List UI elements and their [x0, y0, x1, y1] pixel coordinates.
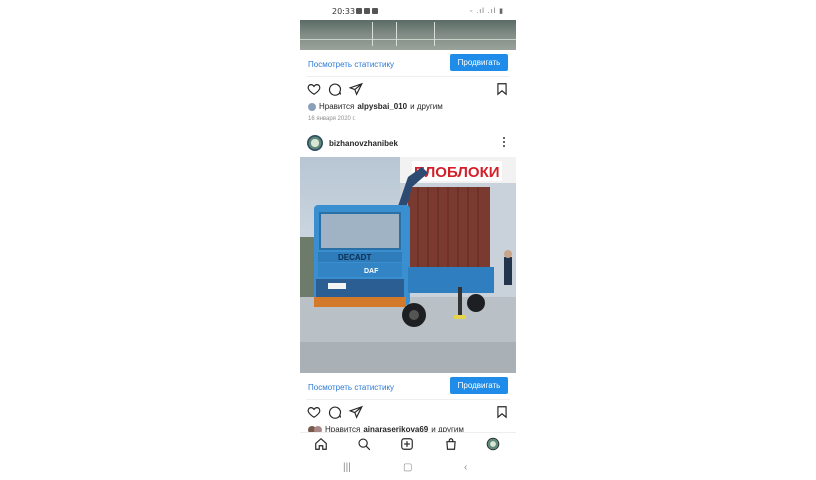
- save-bookmark-icon[interactable]: [495, 82, 509, 96]
- cab-text: DECADT: [338, 253, 371, 262]
- promote-button[interactable]: Продвигать: [450, 377, 508, 394]
- post-2-image[interactable]: ПЛОБЛОКИ DECADT DAF: [300, 157, 516, 373]
- promote-button[interactable]: Продвигать: [450, 54, 508, 71]
- profile-icon[interactable]: [486, 437, 500, 451]
- phone-screen: 20:33 ◦ .ıl .ıl ▮ Посмотреть статистику …: [300, 0, 516, 480]
- share-icon[interactable]: [349, 405, 363, 419]
- liker-username[interactable]: alpysbai_010: [357, 102, 407, 111]
- post-username[interactable]: bizhanovzhanibek: [329, 139, 398, 148]
- bottom-navigation: [300, 432, 516, 455]
- like-heart-icon[interactable]: [307, 82, 321, 96]
- divider: [306, 399, 510, 400]
- view-stats-link[interactable]: Посмотреть статистику: [308, 60, 394, 69]
- search-icon[interactable]: [357, 437, 371, 451]
- divider: [306, 76, 510, 77]
- add-post-icon[interactable]: [400, 437, 414, 451]
- post-1-stats-row: Посмотреть статистику Продвигать: [300, 51, 516, 77]
- previous-post-image[interactable]: [300, 20, 516, 50]
- status-time: 20:33: [332, 7, 356, 16]
- post-2-actions: [300, 405, 516, 423]
- user-avatar[interactable]: [307, 135, 323, 151]
- home-button-icon[interactable]: ▢: [403, 462, 412, 473]
- brand-text: DAF: [364, 268, 379, 275]
- save-bookmark-icon[interactable]: [495, 405, 509, 419]
- back-icon[interactable]: ‹: [464, 462, 467, 473]
- more-options-icon[interactable]: [503, 137, 506, 149]
- liker-avatar: [308, 102, 316, 111]
- signal-battery-icons: ◦ .ıl .ıl ▮: [469, 8, 504, 15]
- comment-icon[interactable]: [328, 82, 342, 96]
- view-stats-link[interactable]: Посмотреть статистику: [308, 383, 394, 392]
- shop-icon[interactable]: [444, 437, 458, 451]
- post-1-actions: [300, 82, 516, 100]
- comment-icon[interactable]: [328, 405, 342, 419]
- recent-apps-icon[interactable]: |||: [343, 462, 351, 473]
- share-icon[interactable]: [349, 82, 363, 96]
- post-1-likes[interactable]: Нравится alpysbai_010 и другим: [308, 102, 443, 111]
- post-2-stats-row: Посмотреть статистику Продвигать: [300, 374, 516, 400]
- status-bar: 20:33 ◦ .ıl .ıl ▮: [300, 0, 516, 20]
- system-navigation: ||| ▢ ‹: [300, 456, 516, 480]
- notification-icons: [356, 8, 378, 14]
- post-2-header: bizhanovzhanibek: [300, 133, 516, 155]
- like-heart-icon[interactable]: [307, 405, 321, 419]
- home-icon[interactable]: [314, 437, 328, 451]
- post-date: 16 января 2020 г.: [308, 116, 356, 122]
